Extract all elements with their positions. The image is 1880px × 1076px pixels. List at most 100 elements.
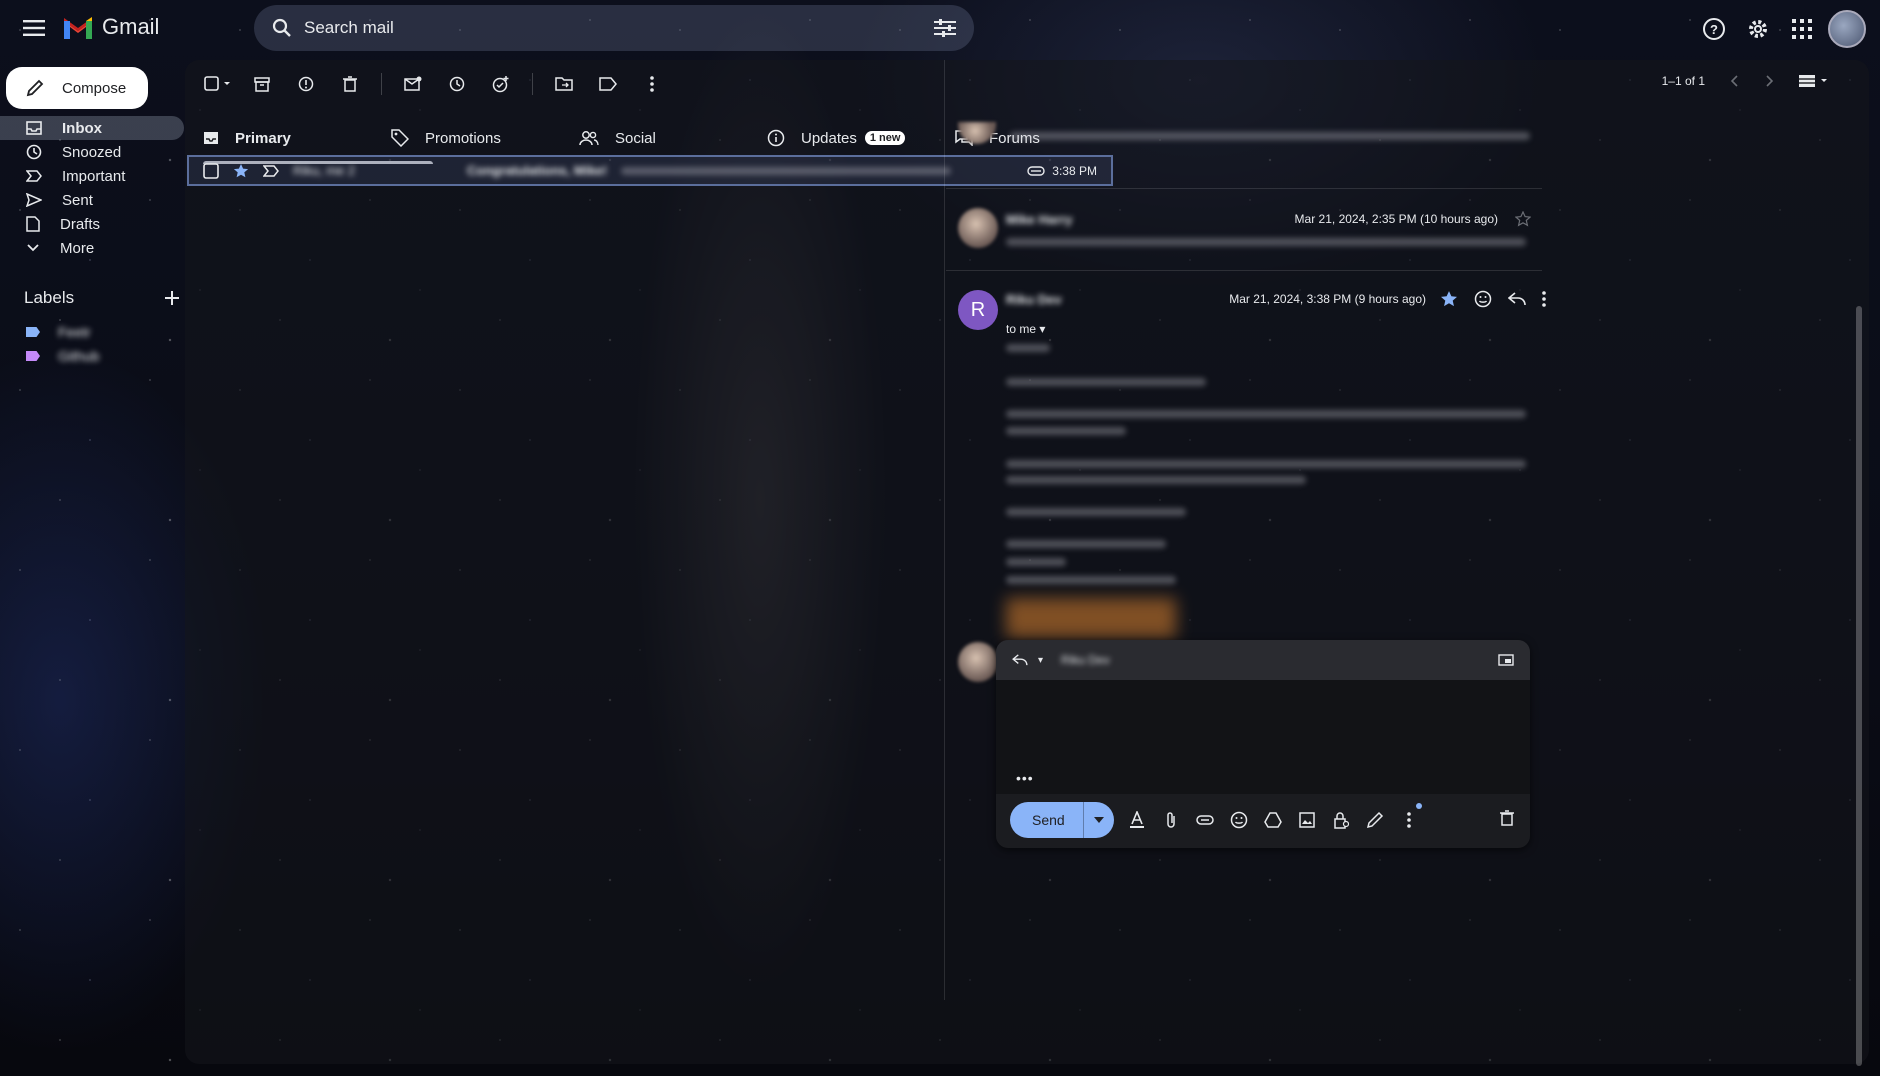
reply-icon[interactable] [1508, 292, 1526, 306]
body-line [1006, 378, 1206, 386]
reply-composer: ▾ Riku Dev ••• Send [996, 640, 1530, 848]
sidebar-item-drafts[interactable]: Drafts [0, 212, 184, 236]
label-tag-icon [26, 327, 40, 337]
label-item-feetr[interactable]: Feetr [26, 324, 91, 340]
label-item-github[interactable]: Github [26, 348, 99, 364]
row-subject: Congratulations, Mike! [467, 163, 608, 178]
signature-pen-icon[interactable] [1364, 809, 1386, 831]
avatar[interactable] [958, 208, 998, 248]
tab-label: Social [615, 129, 656, 147]
send-icon [26, 193, 42, 207]
gmail-logo[interactable]: Gmail [62, 14, 159, 40]
reading-pane-scrollbar[interactable] [1856, 306, 1862, 1066]
account-avatar[interactable] [1828, 10, 1866, 48]
emoji-reaction-icon[interactable] [1474, 290, 1492, 308]
insert-emoji-icon[interactable] [1228, 809, 1250, 831]
reply-type-icon[interactable] [1012, 654, 1028, 666]
sidebar-item-sent[interactable]: Sent [0, 188, 184, 212]
sidebar-item-inbox[interactable]: Inbox [0, 116, 184, 140]
send-button-group: Send [1010, 802, 1114, 838]
svg-text:?: ? [1710, 22, 1718, 37]
reply-header: ▾ Riku Dev [996, 640, 1530, 680]
signature-image [1006, 598, 1176, 638]
google-drive-icon[interactable] [1262, 809, 1284, 831]
gmail-m-icon [64, 17, 92, 39]
discard-draft-icon[interactable] [1500, 810, 1514, 826]
archive-icon[interactable] [247, 69, 277, 99]
chevron-down-icon [27, 244, 39, 252]
sidebar-item-more[interactable]: More [0, 236, 184, 260]
star-icon[interactable] [233, 163, 249, 179]
search-bar[interactable] [254, 5, 974, 51]
insert-link-icon[interactable] [1194, 809, 1216, 831]
important-marker-icon[interactable] [263, 164, 279, 177]
label-name: Feetr [58, 324, 91, 340]
tab-label: Updates [801, 129, 857, 147]
move-to-icon[interactable] [549, 69, 579, 99]
labels-header: Labels [24, 288, 180, 308]
report-spam-icon[interactable] [291, 69, 321, 99]
sidebar-item-label: Inbox [62, 119, 102, 137]
help-icon[interactable]: ? [1696, 11, 1732, 47]
body-line [1006, 508, 1186, 516]
star-outline-icon[interactable] [1515, 211, 1531, 227]
important-icon [26, 170, 42, 182]
sidebar-item-label: More [60, 239, 95, 257]
more-vert-icon[interactable] [1542, 291, 1546, 307]
pagination: 1–1 of 1 [1662, 74, 1829, 88]
search-icon[interactable] [272, 18, 292, 38]
search-options-icon[interactable] [934, 19, 956, 37]
show-trimmed-icon[interactable]: ••• [1016, 770, 1034, 786]
sidebar-item-snoozed[interactable]: Snoozed [0, 140, 184, 164]
message-snippet [1006, 238, 1526, 246]
labels-heading: Labels [24, 288, 75, 307]
more-options-icon[interactable] [1398, 803, 1422, 831]
caret-down-icon[interactable]: ▾ [1038, 655, 1043, 666]
delete-icon[interactable] [335, 69, 365, 99]
confidential-mode-icon[interactable] [1330, 809, 1352, 831]
compose-button[interactable]: Compose [6, 67, 148, 109]
pane-divider[interactable] [944, 60, 945, 1000]
send-button[interactable]: Send [1010, 802, 1084, 838]
sidebar-item-label: Snoozed [62, 143, 122, 161]
label-icon[interactable] [593, 69, 623, 99]
search-input[interactable] [304, 18, 934, 38]
settings-gear-icon[interactable] [1740, 11, 1776, 47]
signature-line [1006, 576, 1176, 584]
format-text-icon[interactable] [1126, 809, 1148, 831]
row-sender: Riku, me 2 [293, 163, 356, 178]
reply-recipient[interactable]: Riku Dev [1061, 653, 1110, 667]
add-label-icon[interactable] [164, 290, 180, 306]
split-pane-toggle-icon[interactable] [1799, 74, 1829, 88]
row-checkbox[interactable] [203, 162, 219, 179]
app-name: Gmail [102, 14, 160, 39]
pop-out-icon[interactable] [1498, 654, 1514, 666]
snooze-icon[interactable] [442, 69, 472, 99]
schedule-send-dropdown[interactable] [1084, 817, 1114, 823]
chevron-left-icon[interactable] [1731, 75, 1739, 87]
insert-photo-icon[interactable] [1296, 809, 1318, 831]
sidebar-nav: Inbox Snoozed Important Sent Drafts More [0, 116, 184, 260]
reply-body-input[interactable]: ••• [996, 680, 1530, 794]
avatar[interactable]: R [958, 290, 998, 330]
account-tools: ? [1696, 10, 1866, 48]
recipients-dropdown[interactable]: to me ▾ [1006, 322, 1045, 336]
apps-grid-icon[interactable] [1784, 11, 1820, 47]
top-bar: Gmail ? [0, 0, 1880, 56]
mark-unread-icon[interactable] [398, 69, 428, 99]
toolbar-divider [532, 73, 533, 95]
star-icon[interactable] [1440, 290, 1458, 308]
attach-file-icon[interactable] [1160, 809, 1182, 831]
sidebar-item-label: Sent [62, 191, 93, 209]
more-vert-icon[interactable] [637, 69, 667, 99]
inbox-icon [26, 121, 42, 135]
reply-toolbar: Send [1010, 802, 1422, 838]
sidebar-item-important[interactable]: Important [0, 164, 184, 188]
main-menu-icon[interactable] [18, 12, 50, 44]
body-line [1006, 344, 1050, 352]
select-all-checkbox[interactable] [203, 69, 233, 99]
chevron-right-icon[interactable] [1765, 75, 1773, 87]
pencil-icon [26, 79, 44, 97]
add-task-icon[interactable] [486, 69, 516, 99]
message-date: Mar 21, 2024, 2:35 PM (10 hours ago) [1294, 212, 1498, 226]
